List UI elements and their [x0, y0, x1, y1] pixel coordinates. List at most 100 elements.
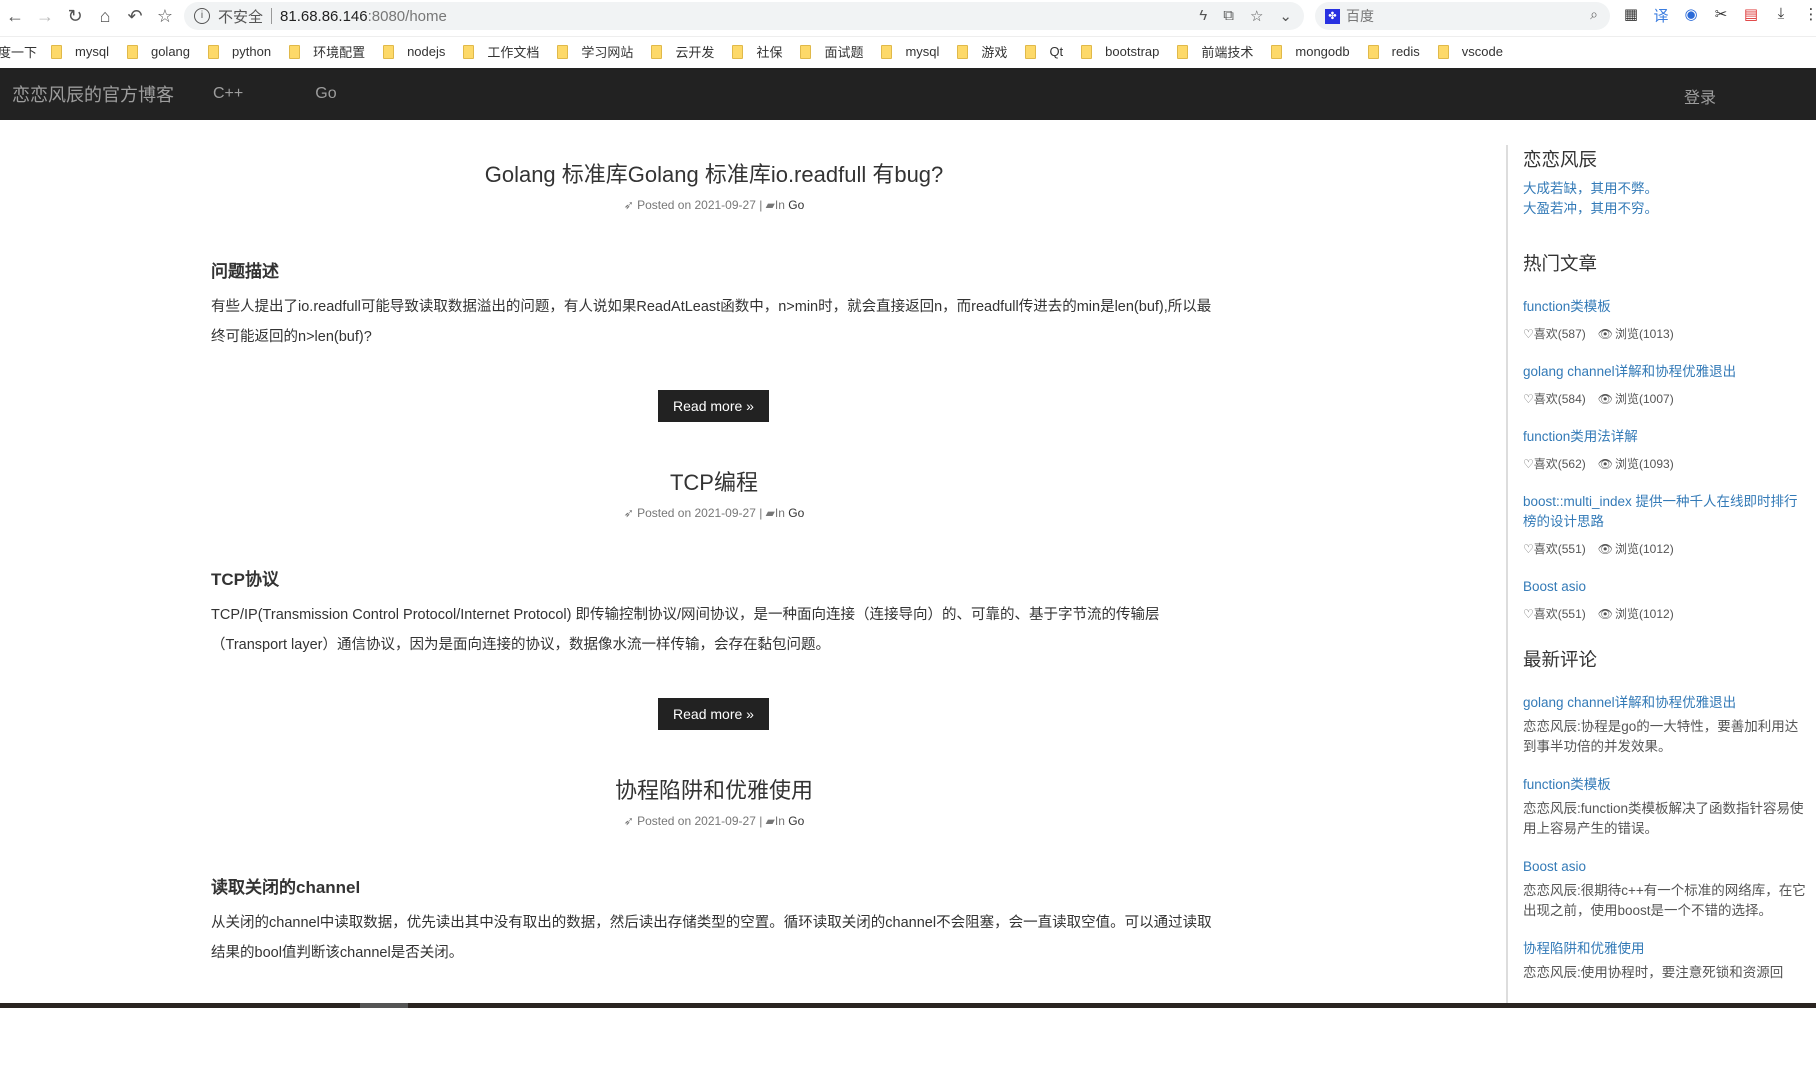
address-bar[interactable]: i 不安全 81.68.86.146:8080/home ϟ ⧉ ☆ ⌄: [184, 2, 1304, 30]
search-placeholder: 百度: [1346, 8, 1374, 24]
hot-article: function类用法详解 ♡喜欢(562) 👁 浏览(1093): [1523, 421, 1806, 473]
views-count: 浏览(1093): [1615, 457, 1674, 471]
article-stats: ♡喜欢(551) 👁 浏览(1012): [1523, 540, 1806, 558]
lightning-icon[interactable]: ϟ: [1199, 7, 1207, 25]
bookmark-item[interactable]: bootstrap: [1081, 42, 1159, 61]
bookmark-item[interactable]: golang: [126, 42, 190, 61]
star-icon[interactable]: ☆: [1250, 7, 1263, 25]
translate-icon[interactable]: ⧉: [1223, 7, 1234, 25]
bookmark-item[interactable]: mysql: [51, 42, 109, 61]
qrcode-icon[interactable]: ▦: [1622, 5, 1640, 26]
post-date: Posted on 2021-09-27 |: [637, 814, 763, 828]
info-icon[interactable]: i: [194, 8, 210, 24]
read-more-button[interactable]: Read more »: [658, 698, 769, 730]
category-prefix: In: [774, 814, 785, 828]
undo-icon[interactable]: ↶: [120, 6, 150, 27]
hot-article-link[interactable]: function类用法详解: [1523, 421, 1806, 447]
folder-icon: [957, 44, 969, 59]
folder-icon: [732, 44, 744, 59]
pdf-icon[interactable]: ▤: [1742, 5, 1760, 26]
folder-icon: ▰: [765, 814, 775, 828]
bookmark-item[interactable]: 面试题: [800, 42, 863, 61]
download-icon[interactable]: ⤓: [1772, 5, 1790, 26]
chevron-down-icon[interactable]: ⌄: [1279, 7, 1292, 25]
bookmark-item[interactable]: vscode: [1437, 42, 1503, 61]
eye-icon: 👁: [1597, 542, 1614, 556]
folder-icon: [463, 44, 475, 59]
login-link[interactable]: 登录: [1684, 84, 1716, 108]
comment-article-link[interactable]: function类模板: [1523, 769, 1806, 795]
bookmark-item[interactable]: nodejs: [383, 42, 445, 61]
folder-icon: [1437, 44, 1449, 59]
bookmark-item[interactable]: mysql: [881, 42, 939, 61]
forward-icon[interactable]: →: [30, 6, 60, 27]
folder-icon: [51, 44, 63, 59]
comment-article-link[interactable]: 协程陷阱和优雅使用: [1523, 933, 1806, 959]
bookmark-item[interactable]: 社保: [732, 42, 782, 61]
hot-article: Boost asio ♡喜欢(551) 👁 浏览(1012): [1523, 571, 1806, 623]
bookmark-item[interactable]: mongodb: [1271, 42, 1350, 61]
bookmark-item[interactable]: 工作文档: [463, 42, 539, 61]
folder-icon: [1081, 44, 1093, 59]
read-more-button[interactable]: Read more »: [658, 390, 769, 422]
send-icon: ➶: [623, 198, 634, 212]
bookmark-label: vscode: [1461, 44, 1503, 59]
post-date: Posted on 2021-09-27 |: [637, 198, 763, 212]
bookmark-partial[interactable]: 度一下: [0, 42, 37, 61]
hot-article-link[interactable]: Boost asio: [1523, 571, 1806, 597]
insecure-label: 不安全: [218, 8, 264, 26]
bookmark-item[interactable]: 环境配置: [289, 42, 365, 61]
baidu-icon: ✤: [1325, 8, 1340, 24]
hot-article-link[interactable]: golang channel详解和协程优雅退出: [1523, 356, 1806, 382]
browser-ext-icon[interactable]: ◉: [1682, 5, 1700, 26]
views-count: 浏览(1012): [1615, 542, 1674, 556]
reload-icon[interactable]: ↻: [60, 6, 90, 27]
bookmark-label: 环境配置: [313, 45, 366, 60]
bookmark-item[interactable]: 游戏: [957, 42, 1007, 61]
bookmark-star-icon[interactable]: ☆: [150, 6, 180, 27]
post: TCP编程 ➶ Posted on 2021-09-27 | ▰In Go TC…: [211, 468, 1217, 776]
nav-cpp[interactable]: C++: [213, 85, 243, 103]
post-title[interactable]: TCP编程: [211, 468, 1217, 498]
bookmark-item[interactable]: Qt: [1025, 42, 1063, 61]
scrollbar-thumb[interactable]: [360, 1003, 408, 1008]
post-title[interactable]: 协程陷阱和优雅使用: [211, 776, 1217, 806]
post-excerpt: 从关闭的channel中读取数据，优先读出其中没有取出的数据，然后读出存储类型的…: [211, 915, 1212, 961]
comment-item: function类模板 恋恋风辰:function类模板解决了函数指针容易使用上容…: [1523, 769, 1806, 839]
hot-article-link[interactable]: boost::multi_index 提供一种千人在线即时排行榜的设计思路: [1523, 486, 1806, 532]
post-category[interactable]: Go: [788, 814, 804, 828]
likes-count: ♡喜欢(584): [1523, 392, 1586, 406]
bookmark-item[interactable]: 前端技术: [1177, 42, 1253, 61]
comment-article-link[interactable]: golang channel详解和协程优雅退出: [1523, 687, 1806, 713]
home-icon[interactable]: ⌂: [90, 6, 120, 27]
back-icon[interactable]: ←: [0, 6, 30, 27]
folder-icon: [383, 44, 395, 59]
site-brand[interactable]: 恋恋风辰的官方博客: [12, 81, 212, 107]
horizontal-scrollbar[interactable]: [0, 1003, 1816, 1008]
comment-text: 恋恋风辰:很期待c++有一个标准的网络库，在它出现之前，使用boost是一个不错…: [1523, 883, 1806, 918]
hot-article-link[interactable]: function类模板: [1523, 291, 1806, 317]
menu-icon[interactable]: ⋮: [1802, 5, 1816, 26]
post-heading: TCP协议: [211, 570, 279, 589]
comment-article-link[interactable]: Boost asio: [1523, 851, 1806, 877]
nav-go[interactable]: Go: [315, 85, 336, 103]
comment-item: golang channel详解和协程优雅退出 恋恋风辰:协程是go的一大特性，要…: [1523, 687, 1806, 757]
search-input[interactable]: ✤ 百度 ⌕: [1315, 2, 1610, 30]
hot-article: function类模板 ♡喜欢(587) 👁 浏览(1013): [1523, 291, 1806, 343]
search-icon[interactable]: ⌕: [1590, 6, 1598, 23]
comment-item: Boost asio 恋恋风辰:很期待c++有一个标准的网络库，在它出现之前，使用…: [1523, 851, 1806, 921]
bookmark-item[interactable]: 学习网站: [557, 42, 633, 61]
bookmark-item[interactable]: redis: [1367, 42, 1420, 61]
post-title[interactable]: Golang 标准库Golang 标准库io.readfull 有bug?: [211, 160, 1217, 190]
post-category[interactable]: Go: [788, 198, 804, 212]
folder-icon: ▰: [765, 506, 775, 520]
author-name: 恋恋风辰: [1523, 149, 1598, 170]
translate-ext-icon[interactable]: 译: [1652, 5, 1670, 26]
bookmark-item[interactable]: 云开发: [651, 42, 714, 61]
scissors-icon[interactable]: ✂: [1712, 5, 1730, 26]
category-prefix: In: [774, 198, 785, 212]
send-icon: ➶: [623, 506, 634, 520]
extensions: ▦ 译 ◉ ✂ ▤ ⤓ ⋮: [1622, 5, 1816, 26]
post-category[interactable]: Go: [788, 506, 804, 520]
bookmark-item[interactable]: python: [208, 42, 271, 61]
